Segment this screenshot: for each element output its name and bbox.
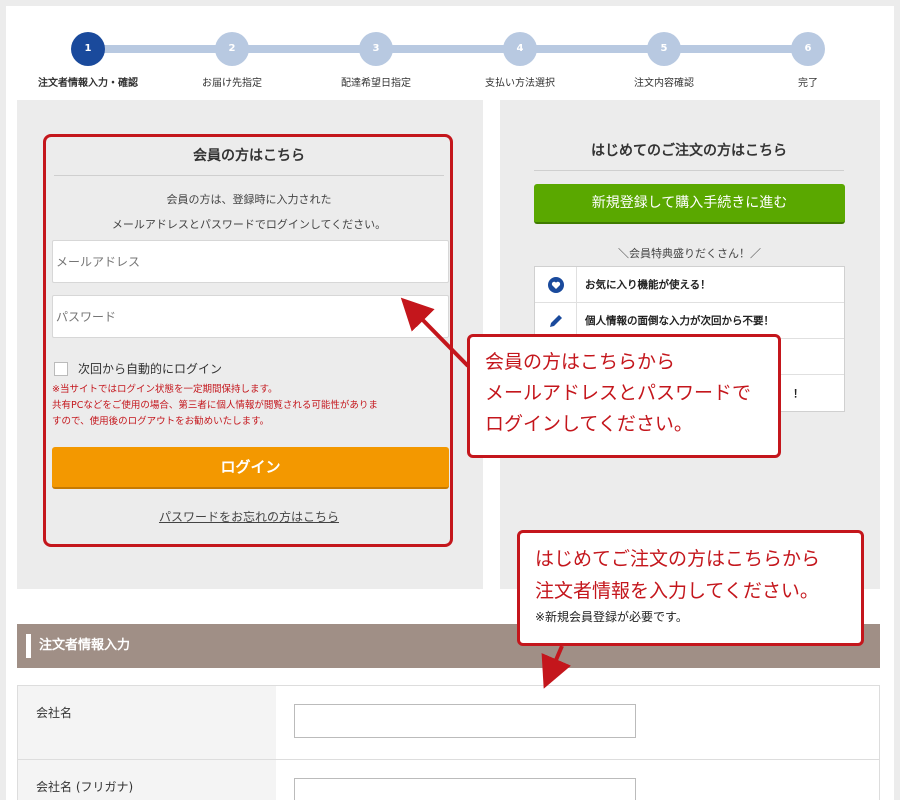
callout-line: 会員の方はこちらから	[485, 351, 676, 373]
perk-text: お気に入り機能が使える！	[585, 279, 711, 291]
new-customer-title: はじめてのご注文の方はこちら	[534, 140, 844, 171]
login-description: 会員の方は、登録時に入力された メールアドレスとパスワードでログインしてください…	[54, 187, 444, 237]
login-note: ※当サイトではログイン状態を一定期間保持します。 共有PCなどをご使用の場合、第…	[52, 382, 452, 430]
orderer-form: 会社名 会社名 (フリガナ)	[17, 685, 880, 800]
step-circle: 5	[647, 32, 681, 66]
callout-line: ログインしてください。	[485, 413, 693, 435]
callout-note: ※新規会員登録が必要です。	[535, 610, 688, 624]
password-input[interactable]	[52, 295, 449, 338]
company-input[interactable]	[294, 704, 636, 738]
heart-icon	[535, 267, 577, 302]
remember-login[interactable]: 次回から自動的にログイン	[54, 360, 222, 377]
company-kana-input[interactable]	[294, 778, 636, 800]
perk-item: お気に入り機能が使える！	[535, 267, 844, 303]
form-row-company: 会社名	[18, 686, 879, 760]
step-label: 注文者情報入力・確認	[38, 78, 138, 89]
callout-line: はじめてご注文の方はこちらから	[535, 548, 821, 570]
step-label: 注文内容確認	[634, 78, 694, 89]
step-circle: 1	[71, 32, 105, 66]
remember-checkbox[interactable]	[54, 361, 68, 376]
perk-text: ！	[793, 387, 804, 400]
step-2: 2 お届け先指定	[167, 32, 297, 89]
forgot-password-link[interactable]: パスワードをお忘れの方はこちら	[54, 508, 444, 525]
login-note-line: 共有PCなどをご使用の場合、第三者に個人情報が閲覧される可能性がありま	[52, 400, 378, 411]
checkout-steps: 1 注文者情報入力・確認 2 お届け先指定 3 配達希望日指定 4 支払い方法選…	[6, 6, 894, 98]
login-note-line: すので、使用後のログアウトをお勧めいたします。	[52, 416, 270, 427]
step-label: 配達希望日指定	[341, 78, 411, 89]
callout-line: 注文者情報を入力してください。	[535, 580, 819, 602]
login-desc-line: 会員の方は、登録時に入力された	[166, 193, 332, 206]
step-circle: 6	[791, 32, 825, 66]
page: 1 注文者情報入力・確認 2 お届け先指定 3 配達希望日指定 4 支払い方法選…	[6, 6, 894, 800]
step-circle: 3	[359, 32, 393, 66]
register-button[interactable]: 新規登録して購入手続きに進む	[534, 184, 845, 224]
step-3: 3 配達希望日指定	[311, 32, 441, 89]
callout-line: メールアドレスとパスワードで	[485, 382, 752, 404]
order-callout: はじめてご注文の方はこちらから 注文者情報を入力してください。 ※新規会員登録が…	[517, 530, 864, 646]
step-4: 4 支払い方法選択	[455, 32, 585, 89]
step-circle: 4	[503, 32, 537, 66]
step-label: 支払い方法選択	[485, 78, 555, 89]
perk-text: 個人情報の面倒な入力が次回から不要！	[585, 315, 774, 327]
company-cell	[276, 686, 636, 759]
login-callout: 会員の方はこちらから メールアドレスとパスワードで ログインしてください。	[467, 334, 781, 458]
pencil-icon	[535, 303, 577, 338]
step-label: 完了	[798, 78, 818, 89]
perks-heading: ＼会員特典盛りだくさん！／	[618, 247, 761, 260]
email-input[interactable]	[52, 240, 449, 283]
form-row-company-kana: 会社名 (フリガナ)	[18, 760, 879, 800]
login-note-line: ※当サイトではログイン状態を一定期間保持します。	[52, 384, 278, 395]
member-login-panel: 会員の方はこちら 会員の方は、登録時に入力された メールアドレスとパスワードでロ…	[17, 100, 483, 589]
company-kana-cell	[276, 760, 636, 800]
step-circle: 2	[215, 32, 249, 66]
company-label: 会社名	[18, 686, 276, 759]
company-kana-label: 会社名 (フリガナ)	[18, 760, 276, 800]
step-label: お届け先指定	[202, 78, 262, 89]
step-6: 6 完了	[743, 32, 873, 89]
login-button[interactable]: ログイン	[52, 447, 449, 489]
login-title: 会員の方はこちら	[54, 145, 444, 176]
login-desc-line: メールアドレスとパスワードでログインしてください。	[111, 218, 387, 231]
step-1: 1 注文者情報入力・確認	[23, 32, 153, 89]
login-box: 会員の方はこちら 会員の方は、登録時に入力された メールアドレスとパスワードでロ…	[43, 134, 453, 547]
remember-label: 次回から自動的にログイン	[78, 362, 223, 376]
step-5: 5 注文内容確認	[599, 32, 729, 89]
